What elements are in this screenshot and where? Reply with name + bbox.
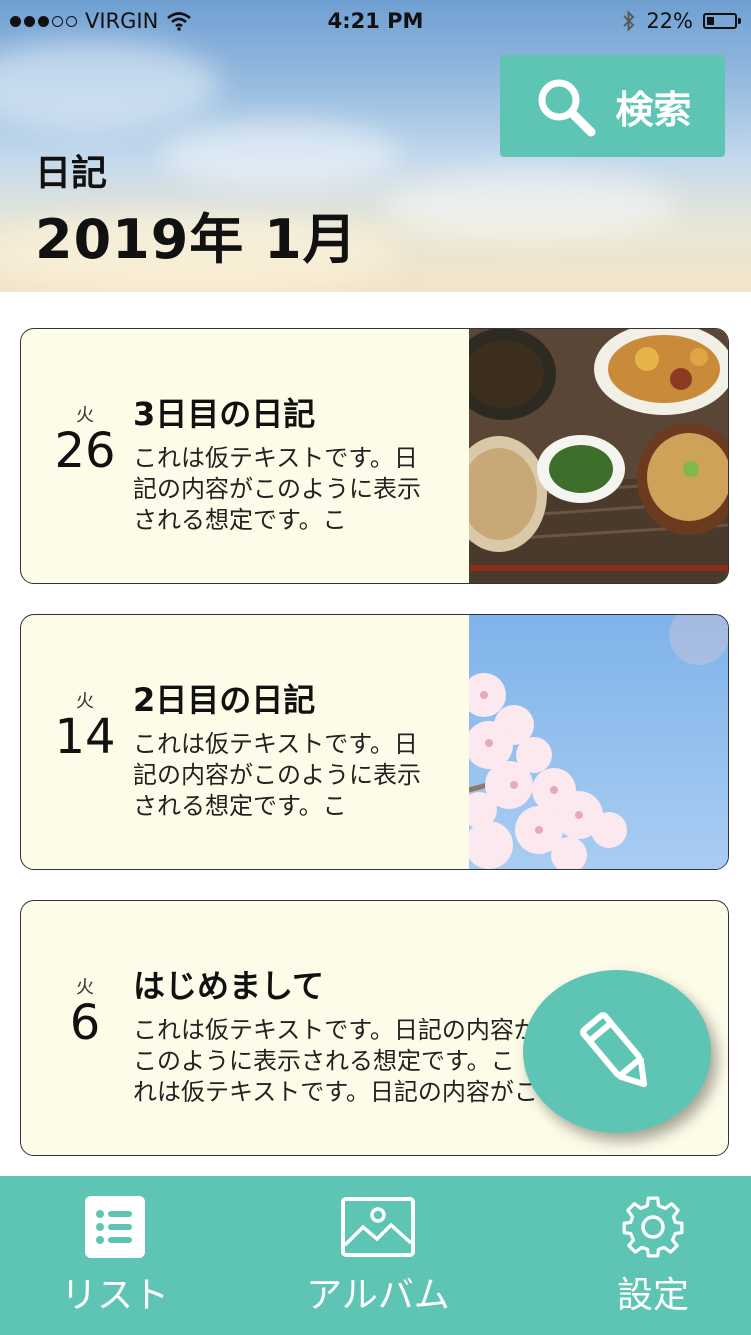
- bluetooth-icon: [623, 10, 635, 32]
- tab-label: リスト: [60, 1275, 169, 1316]
- battery-icon: [703, 13, 741, 29]
- battery-percent: 22%: [646, 9, 693, 33]
- entry-date: 火 26: [21, 401, 149, 475]
- cherry-blossom-photo: [469, 615, 728, 869]
- entry-day: 6: [69, 995, 101, 1051]
- status-right: 22%: [622, 9, 741, 33]
- status-bar: VIRGIN 4:21 PM 22%: [0, 0, 751, 42]
- entry-title: はじめまして: [133, 967, 325, 1005]
- entry-excerpt: これは仮テキストです。日記の内容がこのように表示される想定です。こ: [133, 730, 421, 820]
- entry-day: 14: [54, 709, 116, 765]
- entry-day: 26: [54, 423, 116, 479]
- entry-title: 3日目の日記: [133, 395, 316, 433]
- entry-excerpt: これは仮テキストです。日記の内容がこのように表示される想定です。これは仮テキスト…: [133, 1016, 538, 1106]
- search-icon: [538, 79, 596, 137]
- entry-date: 火 14: [21, 687, 149, 761]
- header: VIRGIN 4:21 PM 22% 検索 日記 2019年 1月: [0, 0, 751, 292]
- sky-cloud: [160, 120, 400, 190]
- page-title: 2019年 1月: [35, 208, 358, 271]
- tab-label: 設定: [616, 1275, 689, 1316]
- list-icon: [84, 1194, 146, 1260]
- image-icon: [341, 1194, 415, 1260]
- search-label: 検索: [615, 87, 692, 132]
- entry-title: 2日目の日記: [133, 681, 316, 719]
- tab-list[interactable]: リスト: [15, 1176, 215, 1335]
- tab-label: アルバム: [306, 1275, 450, 1316]
- tab-album[interactable]: アルバム: [278, 1176, 478, 1335]
- sky-cloud: [0, 40, 220, 130]
- entry-excerpt: これは仮テキストです。日記の内容がこのように表示される想定です。こ: [133, 444, 421, 534]
- gear-icon: [620, 1194, 686, 1260]
- diary-entry-card[interactable]: 火 26 3日目の日記 これは仮テキストです。日記の内容がこのように表示される想…: [20, 328, 729, 584]
- entry-date: 火 6: [21, 973, 149, 1047]
- tab-settings[interactable]: 設定: [553, 1176, 751, 1335]
- sky-cloud: [380, 170, 680, 240]
- pencil-icon: [580, 1011, 647, 1087]
- tab-bar: リスト アルバム 設定: [0, 1176, 751, 1335]
- search-button[interactable]: 検索: [500, 55, 725, 157]
- page-label: 日記: [35, 153, 108, 194]
- new-entry-button[interactable]: [523, 970, 711, 1133]
- diary-entry-card[interactable]: 火 14 2日目の日記 これは仮テキストです。日記の内容がこのように表示される想…: [20, 614, 729, 870]
- food-photo: [469, 329, 728, 583]
